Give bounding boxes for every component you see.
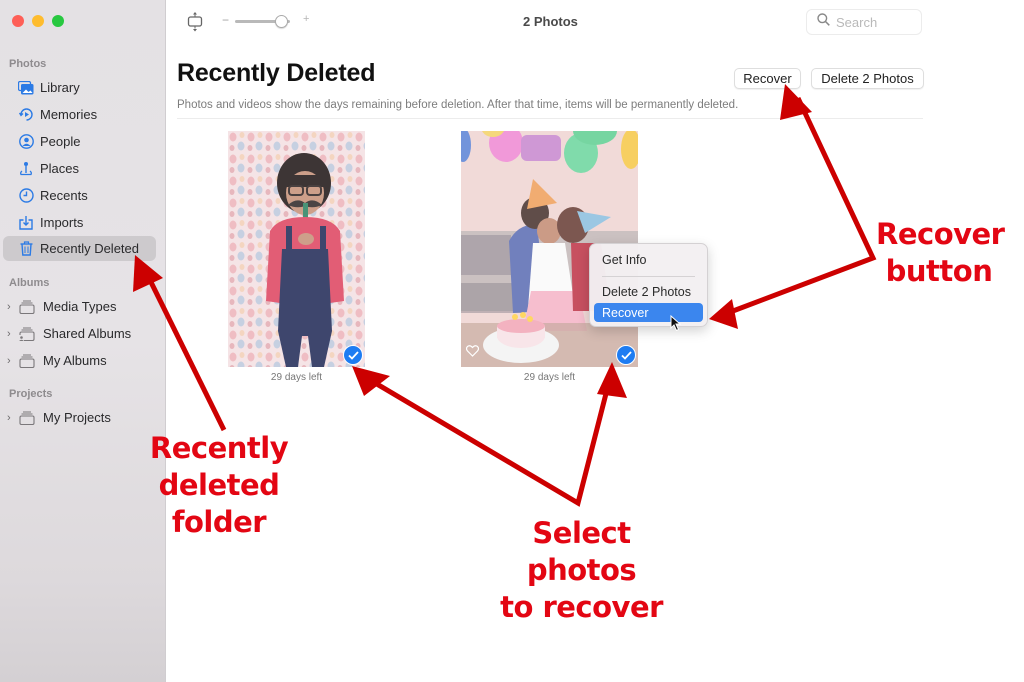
- people-icon: [18, 134, 34, 150]
- library-icon: [18, 80, 34, 96]
- menu-item-delete-photos[interactable]: Delete 2 Photos: [594, 282, 703, 301]
- recover-button[interactable]: Recover: [734, 68, 801, 89]
- toolbar: − + 2 Photos: [167, 0, 1024, 44]
- sidebar-item-my-albums[interactable]: › My Albums: [3, 348, 156, 373]
- arrow-to-selected-photos: [363, 374, 613, 507]
- sidebar-item-my-projects[interactable]: › My Projects: [3, 405, 156, 430]
- sidebar-item-label: My Albums: [43, 353, 107, 368]
- sidebar-item-memories[interactable]: Memories: [3, 102, 156, 127]
- sidebar-item-label: Recents: [40, 188, 88, 203]
- delete-photos-button[interactable]: Delete 2 Photos: [811, 68, 924, 89]
- sidebar-item-people[interactable]: People: [3, 129, 156, 154]
- annotation-recently-deleted-folder: Recently deleted folder: [148, 430, 290, 541]
- arrow-to-recover-button: [724, 96, 877, 317]
- sidebar-section-albums: Albums: [9, 277, 50, 289]
- photo-girl-overalls: [228, 131, 365, 367]
- imports-icon: [18, 215, 34, 231]
- annotation-line: Recently: [149, 431, 289, 465]
- favorite-heart-icon[interactable]: [465, 344, 480, 362]
- sidebar-item-label: My Projects: [43, 410, 111, 425]
- chevron-right-icon[interactable]: ›: [7, 328, 16, 340]
- places-icon: [18, 161, 34, 177]
- sidebar-item-imports[interactable]: Imports: [3, 210, 156, 235]
- album-stack-icon: [19, 300, 35, 314]
- search-input[interactable]: [836, 14, 916, 30]
- annotation-select-photos: Select photos to recover: [474, 515, 689, 626]
- sidebar-item-label: Media Types: [43, 299, 117, 314]
- search-icon: [817, 13, 830, 31]
- zoom-in-icon[interactable]: +: [303, 13, 309, 25]
- sidebar-item-label: Recently Deleted: [40, 241, 139, 256]
- arrowhead-menu-recover: [709, 299, 738, 329]
- sidebar-item-label: Library: [40, 80, 80, 95]
- shared-album-icon: [19, 327, 35, 341]
- page-title: Recently Deleted: [177, 59, 376, 87]
- sidebar-item-label: Imports: [40, 215, 84, 230]
- sidebar-section-photos: Photos: [9, 58, 47, 70]
- sidebar-section-projects: Projects: [9, 388, 53, 400]
- sidebar: Photos Library Memories People Places Re…: [0, 0, 166, 682]
- memories-icon: [18, 107, 34, 123]
- minimize-window-button[interactable]: [32, 15, 44, 27]
- context-menu: Get Info Delete 2 Photos Recover: [589, 243, 708, 327]
- deletion-info-text: Photos and videos show the days remainin…: [177, 99, 739, 111]
- sidebar-item-places[interactable]: Places: [3, 156, 156, 181]
- zoom-slider-handle[interactable]: [274, 15, 288, 28]
- annotation-line: deleted: [158, 468, 280, 502]
- album-stack-icon: [19, 411, 35, 425]
- arrowhead-recover-button: [780, 84, 812, 120]
- photos-app-window: Photos Library Memories People Places Re…: [0, 0, 1024, 682]
- chevron-right-icon[interactable]: ›: [7, 412, 16, 424]
- selected-checkmark-icon[interactable]: [343, 345, 363, 365]
- trash-icon: [18, 241, 34, 257]
- menu-item-get-info[interactable]: Get Info: [594, 250, 703, 269]
- zoom-out-icon[interactable]: −: [222, 13, 229, 27]
- days-left-label: 29 days left: [270, 372, 323, 383]
- chevron-right-icon[interactable]: ›: [7, 355, 16, 367]
- sidebar-item-label: Memories: [40, 107, 98, 122]
- sidebar-item-shared-albums[interactable]: › Shared Albums: [3, 321, 156, 346]
- aspect-ratio-toggle-icon[interactable]: [187, 12, 203, 37]
- sidebar-item-recents[interactable]: Recents: [3, 183, 156, 208]
- header-divider: [177, 118, 923, 119]
- annotation-recover-button: Recover button: [876, 216, 1005, 290]
- sidebar-item-label: People: [40, 134, 81, 149]
- recents-icon: [18, 188, 34, 204]
- search-field[interactable]: [806, 9, 922, 35]
- zoom-window-button[interactable]: [52, 15, 64, 27]
- chevron-right-icon[interactable]: ›: [7, 301, 16, 313]
- album-stack-icon: [19, 354, 35, 368]
- photo-thumbnail[interactable]: [228, 131, 365, 367]
- annotation-line: folder: [171, 505, 267, 539]
- sidebar-item-recently-deleted[interactable]: Recently Deleted: [3, 236, 156, 261]
- annotation-line: button: [885, 254, 993, 288]
- mouse-pointer-icon: [670, 314, 682, 337]
- selected-checkmark-icon[interactable]: [616, 345, 636, 365]
- annotation-line: Recover: [876, 217, 1005, 251]
- menu-item-recover[interactable]: Recover: [594, 303, 703, 322]
- photo-count-title: 2 Photos: [523, 14, 578, 29]
- sidebar-item-label: Shared Albums: [43, 326, 132, 341]
- annotation-line: to recover: [500, 590, 663, 624]
- close-window-button[interactable]: [12, 15, 24, 27]
- sidebar-item-library[interactable]: Library: [3, 75, 156, 100]
- menu-separator: [602, 276, 695, 277]
- annotation-line: Select photos: [526, 516, 637, 587]
- sidebar-item-label: Places: [40, 161, 80, 176]
- window-controls: [12, 15, 64, 27]
- days-left-label: 29 days left: [523, 372, 576, 383]
- sidebar-item-media-types[interactable]: › Media Types: [3, 294, 156, 319]
